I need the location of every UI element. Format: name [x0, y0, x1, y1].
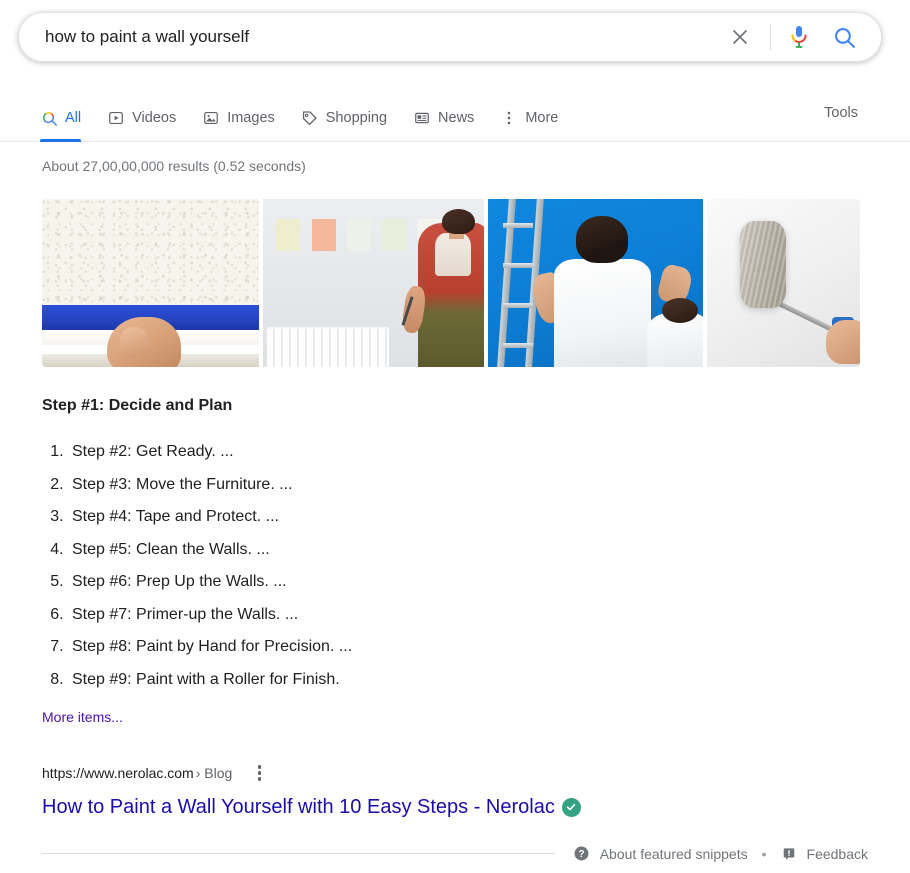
tools-button[interactable]: Tools	[824, 104, 858, 121]
video-icon	[107, 109, 125, 127]
list-item: Step #9: Paint with a Roller for Finish.	[68, 664, 352, 697]
search-input[interactable]	[45, 22, 724, 52]
more-items-link[interactable]: More items...	[42, 709, 123, 725]
feedback-flag-icon[interactable]	[781, 846, 797, 862]
kebab-icon	[500, 109, 518, 127]
search-bar-container	[18, 12, 882, 62]
footer-divider	[42, 853, 555, 854]
thumb1-finger	[120, 326, 149, 357]
thumb2-swatch-4	[382, 219, 407, 252]
search-bar[interactable]	[18, 12, 882, 62]
thumb4-roller-texture	[740, 220, 787, 309]
thumb2-swatch-3	[346, 219, 372, 252]
featured-snippet-heading: Step #1: Decide and Plan	[42, 397, 233, 414]
thumb3-ladder-rung	[502, 222, 533, 228]
footer-actions: ? About featured snippets • Feedback	[573, 845, 868, 862]
list-item: Step #5: Clean the Walls. ...	[68, 534, 352, 567]
list-item: Step #6: Prep Up the Walls. ...	[68, 566, 352, 599]
tab-news[interactable]: News	[413, 94, 474, 132]
about-featured-snippets-link[interactable]: About featured snippets	[600, 846, 748, 862]
image-results-strip	[42, 199, 860, 367]
result-thumbnail-1[interactable]	[42, 199, 259, 367]
result-thumbnail-2[interactable]	[262, 199, 484, 367]
featured-snippet-list: Step #2: Get Ready. ... Step #3: Move th…	[42, 436, 352, 696]
tab-list: All Videos Images Shopping News More	[40, 94, 584, 142]
thumb2-swatch-2	[311, 219, 336, 252]
tab-videos[interactable]: Videos	[107, 94, 176, 132]
news-icon	[413, 109, 431, 127]
thumb1-texture	[42, 199, 259, 320]
list-item: Step #7: Primer-up the Walls. ...	[68, 599, 352, 632]
tab-images[interactable]: Images	[202, 94, 275, 132]
list-item: Step #4: Tape and Protect. ...	[68, 501, 352, 534]
tab-all[interactable]: All	[40, 94, 82, 142]
image-icon	[202, 109, 220, 127]
thumb2-swatch-1	[276, 219, 301, 252]
search-submit-icon[interactable]	[829, 22, 859, 52]
tab-more-label: More	[525, 110, 559, 126]
thumb3-ladder-rung	[502, 303, 533, 309]
thumb4-hand	[826, 319, 860, 364]
search-tab-bar: All Videos Images Shopping News More Too…	[0, 94, 910, 142]
result-thumbnail-4[interactable]	[706, 199, 860, 367]
thumb4-paint-roller	[740, 220, 787, 309]
footer-separator: •	[761, 845, 767, 862]
clear-icon[interactable]	[724, 21, 756, 53]
tab-more[interactable]: More	[500, 94, 558, 132]
search-bar-divider	[770, 24, 771, 50]
result-stats: About 27,00,00,000 results (0.52 seconds…	[42, 158, 306, 174]
tab-active-underline	[40, 139, 82, 142]
thumb3-ladder-rung	[502, 343, 533, 349]
thumb3-ladder-rung	[502, 262, 533, 268]
help-icon[interactable]: ?	[573, 845, 590, 862]
result-url-row: https://www.nerolac.com › Blog	[42, 763, 268, 783]
thumb2-radiator	[267, 326, 389, 367]
feedback-link[interactable]: Feedback	[807, 846, 868, 862]
result-title-link[interactable]: How to Paint a Wall Yourself with 10 Eas…	[42, 794, 555, 820]
thumb3-man-shirt	[554, 259, 652, 367]
tab-shopping-label: Shopping	[325, 110, 388, 126]
verified-check-icon	[561, 797, 581, 817]
result-options-kebab-icon[interactable]	[250, 763, 268, 783]
result-url-domain[interactable]: https://www.nerolac.com	[42, 765, 194, 781]
result-thumbnail-3[interactable]	[487, 199, 703, 367]
tab-all-label: All	[65, 110, 82, 126]
list-item: Step #3: Move the Furniture. ...	[68, 469, 352, 502]
tab-news-label: News	[438, 110, 475, 126]
tab-shopping[interactable]: Shopping	[301, 94, 387, 132]
list-item: Step #2: Get Ready. ...	[68, 436, 352, 469]
list-item: Step #8: Paint by Hand for Precision. ..…	[68, 631, 352, 664]
tag-icon	[301, 109, 319, 127]
thumb3-man-head	[575, 215, 628, 263]
thumb2-person-head	[441, 209, 475, 235]
google-search-icon	[40, 109, 58, 127]
result-title-row: How to Paint a Wall Yourself with 10 Eas…	[42, 794, 581, 820]
tab-videos-label: Videos	[132, 110, 177, 126]
svg-text:?: ?	[578, 849, 584, 860]
tab-images-label: Images	[227, 110, 275, 126]
microphone-icon[interactable]	[785, 22, 813, 52]
snippet-footer: ? About featured snippets • Feedback	[42, 845, 868, 862]
result-url-path[interactable]: › Blog	[196, 765, 233, 781]
